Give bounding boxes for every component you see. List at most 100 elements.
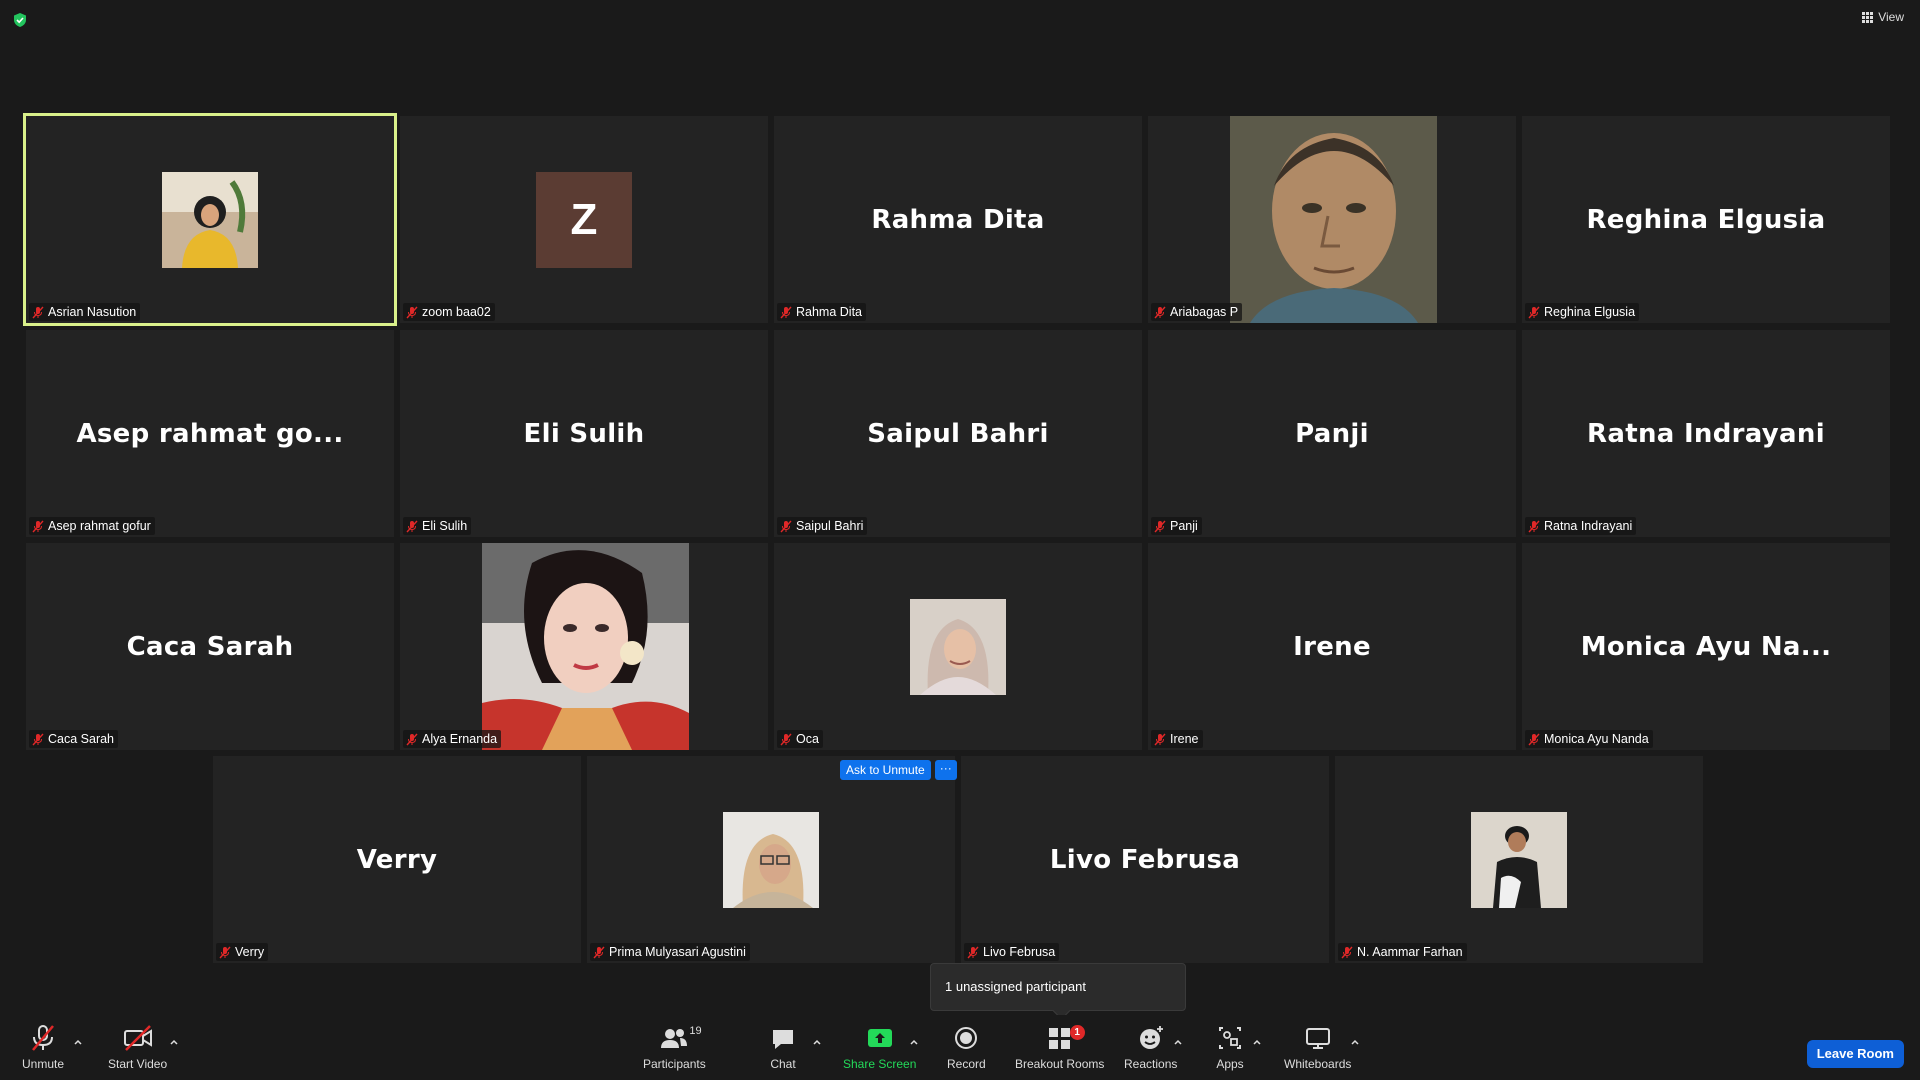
record-label: Record (947, 1057, 986, 1071)
video-tile-livo-februsa[interactable]: Livo Februsa Livo Februsa (961, 756, 1329, 963)
participant-display-name: Irene (1293, 631, 1371, 662)
unmute-button[interactable]: Unmute (22, 1023, 64, 1071)
video-off-icon (122, 1023, 154, 1053)
participant-name-label: Oca (777, 730, 823, 748)
muted-mic-icon (967, 946, 979, 959)
video-tile-reghina-elgusia[interactable]: Reghina Elgusia Reghina Elgusia (1522, 116, 1890, 323)
muted-mic-icon (1528, 306, 1540, 319)
share-screen-icon (865, 1023, 895, 1053)
participant-photo (723, 811, 819, 908)
participant-display-name: Saipul Bahri (867, 418, 1049, 449)
share-options-caret-icon[interactable] (909, 1037, 919, 1047)
video-tile-rahma-dita[interactable]: Rahma Dita Rahma Dita (774, 116, 1142, 323)
apps-label: Apps (1216, 1057, 1244, 1071)
view-button[interactable]: View (1862, 10, 1904, 24)
muted-mic-icon (406, 306, 418, 319)
participant-name-label: Livo Februsa (964, 943, 1060, 961)
participant-photo (1471, 811, 1567, 908)
participants-icon: 19 (659, 1023, 702, 1053)
apps-button[interactable]: Apps (1215, 1023, 1245, 1071)
video-tile-eli-sulih[interactable]: Eli Sulih Eli Sulih (400, 330, 768, 537)
reactions-button[interactable]: Reactions (1124, 1023, 1177, 1071)
breakout-rooms-button[interactable]: 1 Breakout Rooms (1015, 1023, 1104, 1071)
video-tile-caca-sarah[interactable]: Caca Sarah Caca Sarah (26, 543, 394, 750)
video-tile-n-aammar-farhan[interactable]: N. Aammar Farhan (1335, 756, 1703, 963)
muted-mic-icon (1528, 733, 1540, 746)
participant-video-frame (1230, 116, 1437, 323)
muted-microphone-icon (28, 1023, 58, 1053)
video-tile-verry[interactable]: Verry Verry (213, 756, 581, 963)
ask-to-unmute-button[interactable]: Ask to Unmute (840, 760, 931, 780)
participants-button[interactable]: 19 Participants (643, 1023, 706, 1071)
meeting-toolbar: Unmute Start Video 19 Participants Chat … (0, 1015, 1920, 1080)
participant-name-label: Prima Mulyasari Agustini (590, 943, 750, 961)
muted-mic-icon (780, 306, 792, 319)
muted-mic-icon (780, 520, 792, 533)
unmute-label: Unmute (22, 1057, 65, 1071)
video-tile-monica-ayu-nanda[interactable]: Monica Ayu Na... Monica Ayu Nanda (1522, 543, 1890, 750)
muted-mic-icon (32, 306, 44, 319)
participant-display-name: Livo Februsa (1049, 844, 1241, 875)
start-video-label: Start Video (108, 1057, 168, 1071)
muted-mic-icon (1154, 733, 1166, 746)
video-tile-zoom-baa02[interactable]: Z zoom baa02 (400, 116, 768, 323)
muted-mic-icon (1528, 520, 1540, 533)
video-tile-saipul-bahri[interactable]: Saipul Bahri Saipul Bahri (774, 330, 1142, 537)
view-label: View (1878, 10, 1904, 24)
top-bar: View (0, 0, 1920, 40)
participant-display-name: Caca Sarah (126, 631, 294, 662)
muted-mic-icon (1154, 520, 1166, 533)
whiteboards-options-caret-icon[interactable] (1350, 1037, 1360, 1047)
breakout-rooms-icon: 1 (1045, 1023, 1085, 1053)
share-screen-button[interactable]: Share Screen (843, 1023, 916, 1071)
video-tile-ratna-indrayani[interactable]: Ratna Indrayani Ratna Indrayani (1522, 330, 1890, 537)
breakout-rooms-label: Breakout Rooms (1015, 1057, 1105, 1071)
chat-label: Chat (770, 1057, 796, 1071)
video-tile-ariabagas-p[interactable]: Ariabagas P (1148, 116, 1516, 323)
muted-mic-icon (1154, 306, 1166, 319)
participant-display-name: Panji (1295, 418, 1369, 449)
tooltip-text: 1 unassigned participant (945, 979, 1086, 994)
participant-video-frame (482, 543, 689, 750)
participant-display-name: Ratna Indrayani (1587, 418, 1825, 449)
more-options-button[interactable]: ··· (934, 760, 957, 780)
apps-icon (1215, 1023, 1245, 1053)
video-tile-oca[interactable]: Oca (774, 543, 1142, 750)
participant-display-name: Eli Sulih (523, 418, 645, 449)
record-button[interactable]: Record (947, 1023, 986, 1071)
video-options-caret-icon[interactable] (169, 1037, 179, 1047)
video-tile-panji[interactable]: Panji Panji (1148, 330, 1516, 537)
participant-name-label: Monica Ayu Nanda (1525, 730, 1653, 748)
security-shield-icon[interactable] (12, 12, 28, 28)
muted-mic-icon (406, 733, 418, 746)
participants-label: Participants (643, 1057, 706, 1071)
reactions-options-caret-icon[interactable] (1173, 1037, 1183, 1047)
reactions-smiley-icon (1136, 1023, 1166, 1053)
video-tile-irene[interactable]: Irene Irene (1148, 543, 1516, 750)
video-tile-prima-mulyasari-agustini[interactable]: Prima Mulyasari Agustini (587, 756, 955, 963)
tile-hover-actions: Ask to Unmute ··· (840, 760, 957, 780)
video-tile-asep-rahmat-gofur[interactable]: Asep rahmat go... Asep rahmat gofur (26, 330, 394, 537)
apps-options-caret-icon[interactable] (1252, 1037, 1262, 1047)
share-screen-label: Share Screen (843, 1057, 917, 1071)
chat-options-caret-icon[interactable] (812, 1037, 822, 1047)
leave-room-button[interactable]: Leave Room (1806, 1040, 1904, 1068)
breakout-rooms-badge: 1 (1069, 1025, 1085, 1040)
video-tile-alya-ernanda[interactable]: Alya Ernanda (400, 543, 768, 750)
participants-count: 19 (689, 1025, 702, 1037)
reactions-label: Reactions (1124, 1057, 1178, 1071)
participant-name-label: Reghina Elgusia (1525, 303, 1640, 321)
chat-button[interactable]: Chat (770, 1023, 796, 1071)
participant-name-label: Ratna Indrayani (1525, 517, 1637, 535)
muted-mic-icon (219, 946, 231, 959)
participant-name-label: Ariabagas P (1151, 303, 1243, 321)
participant-name-label: Asrian Nasution (29, 303, 141, 321)
audio-options-caret-icon[interactable] (73, 1037, 83, 1047)
whiteboards-button[interactable]: Whiteboards (1284, 1023, 1351, 1071)
participant-display-name: Rahma Dita (871, 204, 1045, 235)
muted-mic-icon (32, 520, 44, 533)
participant-name-label: Alya Ernanda (403, 730, 502, 748)
video-tile-asrian-nasution[interactable]: Asrian Nasution (23, 113, 397, 326)
start-video-button[interactable]: Start Video (108, 1023, 167, 1071)
muted-mic-icon (593, 946, 605, 959)
